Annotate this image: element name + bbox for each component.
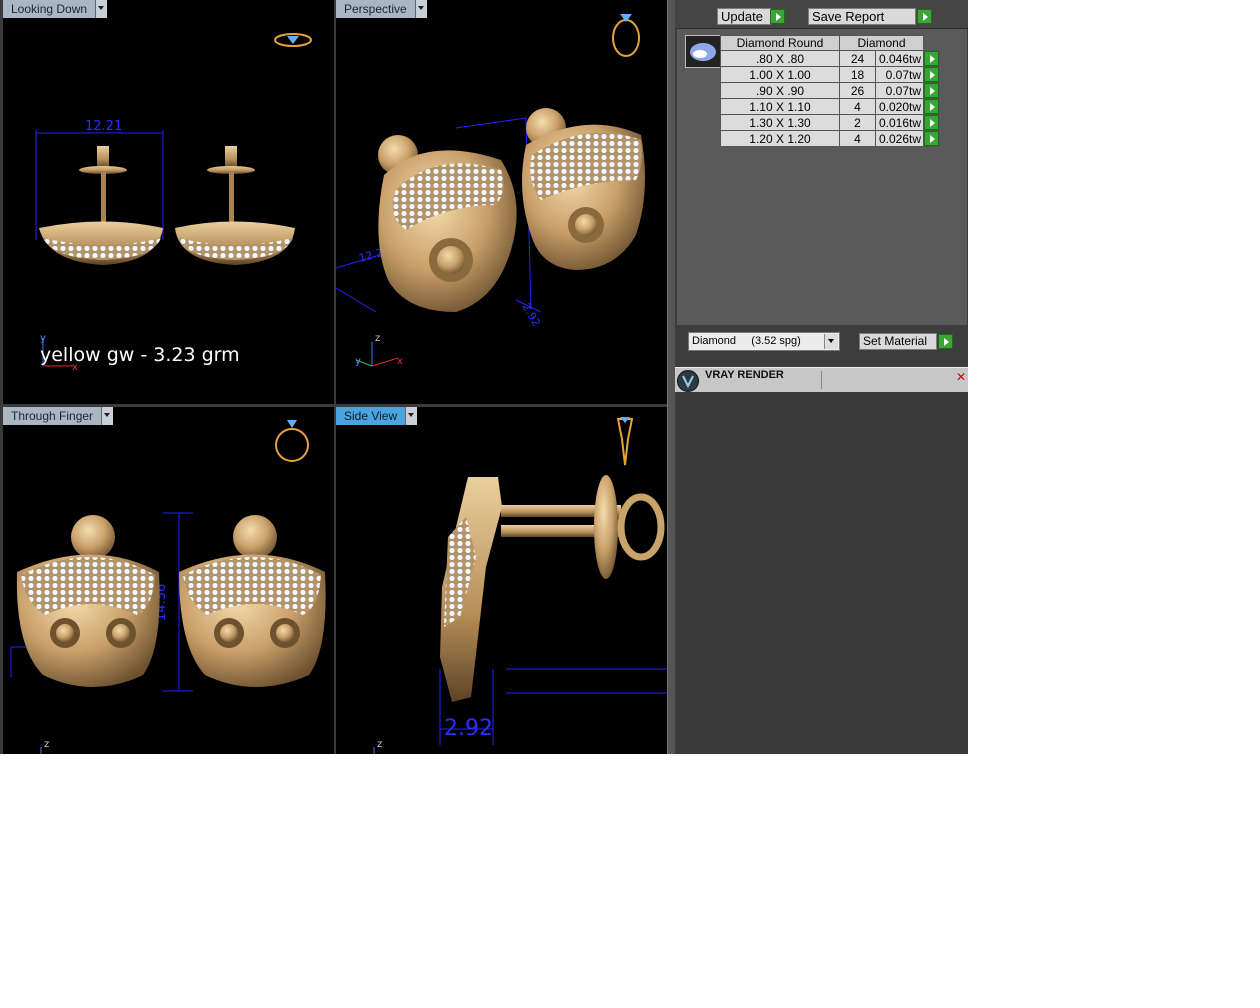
diamond-weight: 0.07tw	[875, 66, 924, 83]
weight-annotation: yellow gw - 3.23 grm	[40, 344, 240, 366]
viewport-label-text: Looking Down	[3, 0, 96, 18]
set-material-button[interactable]: Set Material	[859, 333, 937, 350]
viewport-through-finger[interactable]: 14.36 z Through Finger	[3, 407, 334, 754]
diamond-count: 2	[839, 114, 876, 131]
vray-render-header[interactable]: VRAY RENDER ✕	[675, 367, 968, 393]
report-panel: Update Save Report Diamond Round Diamond…	[675, 0, 968, 754]
select-row-icon[interactable]	[924, 131, 939, 146]
select-row-icon[interactable]	[924, 51, 939, 66]
viewport-side-view[interactable]: 2.92 z Side View	[336, 407, 667, 754]
diamond-size: .90 X .90	[720, 82, 840, 99]
select-row-icon[interactable]	[924, 67, 939, 82]
ring-orientation-icon	[616, 417, 634, 466]
side-view-render: 2.92 z	[373, 417, 667, 754]
diamond-size: 1.10 X 1.10	[720, 98, 840, 115]
axis-z-label: z	[44, 739, 49, 750]
perspective-render: 12.21 2.92 z y x	[336, 14, 645, 367]
row-action	[923, 82, 940, 99]
viewport-looking-down[interactable]: 12.21 y x yellow gw - 3.23 grm Looking D…	[3, 0, 334, 404]
chevron-down-icon[interactable]	[405, 407, 418, 425]
vray-logo-icon	[677, 370, 699, 392]
diamond-size: .80 X .80	[720, 50, 840, 67]
chevron-down-icon[interactable]	[414, 0, 427, 18]
viewport-perspective[interactable]: 12.21 2.92 z y x Perspective	[336, 0, 667, 404]
column-header: Diamond Round	[720, 35, 840, 51]
row-action	[923, 130, 940, 147]
through-finger-render: 14.36 z	[10, 420, 326, 754]
axis-y-label: y	[40, 333, 46, 344]
row-action	[923, 114, 940, 131]
diamond-count: 4	[839, 130, 876, 147]
table-row: .90 X .90 26 0.07tw	[720, 82, 940, 99]
viewport-label-through-finger[interactable]: Through Finger	[3, 407, 114, 425]
diamond-count: 26	[839, 82, 876, 99]
table-row: 1.10 X 1.10 4 0.020tw	[720, 98, 940, 115]
viewport-label-looking-down[interactable]: Looking Down	[3, 0, 108, 18]
viewport-label-side-view[interactable]: Side View	[336, 407, 418, 425]
row-action	[923, 66, 940, 83]
ring-orientation-icon	[612, 14, 640, 57]
table-row: 1.20 X 1.20 4 0.026tw	[720, 130, 940, 147]
viewport-label-text: Side View	[336, 407, 406, 425]
diamond-size: 1.00 X 1.00	[720, 66, 840, 83]
jewelry-cad-window: 12.21 y x yellow gw - 3.23 grm Looking D…	[0, 0, 968, 754]
gem-thumbnail[interactable]	[685, 35, 721, 68]
vray-render-panel	[675, 392, 968, 754]
vray-render-title: VRAY RENDER	[705, 369, 784, 381]
dimension-label-b: 2.92	[519, 301, 543, 329]
diamond-table: Diamond Round Diamond .80 X .80 24 0.046…	[720, 35, 940, 147]
save-report-go-icon[interactable]	[917, 9, 932, 24]
material-row: Diamond (3.52 spg) Set Material	[675, 325, 968, 365]
diamond-count: 18	[839, 66, 876, 83]
ring-orientation-icon	[274, 33, 312, 47]
close-icon[interactable]: ✕	[955, 371, 967, 383]
axis-y-label: y	[355, 356, 361, 367]
row-action	[923, 98, 940, 115]
material-select[interactable]: Diamond (3.52 spg)	[688, 332, 840, 351]
diamond-size: 1.20 X 1.20	[720, 130, 840, 147]
diamond-report: Diamond Round Diamond .80 X .80 24 0.046…	[677, 29, 967, 325]
viewport-label-perspective[interactable]: Perspective	[336, 0, 427, 18]
material-select-value: Diamond (3.52 spg)	[692, 335, 801, 347]
update-go-icon[interactable]	[770, 9, 785, 24]
diamond-weight: 0.026tw	[875, 130, 924, 147]
select-row-icon[interactable]	[924, 99, 939, 114]
diamond-weight: 0.07tw	[875, 82, 924, 99]
update-button[interactable]: Update	[717, 8, 771, 25]
axis-x-label: x	[397, 356, 403, 367]
diamond-weight: 0.046tw	[875, 50, 924, 67]
diamond-count: 24	[839, 50, 876, 67]
viewport-label-text: Through Finger	[3, 407, 102, 425]
row-action	[923, 50, 940, 67]
column-header: Diamond	[839, 35, 924, 51]
dimension-label: 2.92	[444, 716, 493, 741]
dimension-label: 12.21	[85, 119, 122, 134]
chevron-down-icon[interactable]	[824, 334, 838, 349]
select-row-icon[interactable]	[924, 115, 939, 130]
ring-orientation-icon	[275, 420, 309, 462]
table-row: 1.00 X 1.00 18 0.07tw	[720, 66, 940, 83]
divider	[821, 371, 822, 389]
diamond-weight: 0.016tw	[875, 114, 924, 131]
viewport-label-text: Perspective	[336, 0, 415, 18]
chevron-down-icon[interactable]	[95, 0, 108, 18]
diamond-size: 1.30 X 1.30	[720, 114, 840, 131]
diamond-count: 4	[839, 98, 876, 115]
axis-z-label: z	[375, 333, 380, 344]
chevron-down-icon[interactable]	[101, 407, 114, 425]
select-row-icon[interactable]	[924, 83, 939, 98]
report-toolbar: Update Save Report	[675, 0, 968, 29]
set-material-go-icon[interactable]	[938, 334, 953, 349]
table-row: .80 X .80 24 0.046tw	[720, 50, 940, 67]
save-report-button[interactable]: Save Report	[808, 8, 916, 25]
table-row: 1.30 X 1.30 2 0.016tw	[720, 114, 940, 131]
diamond-gem-icon	[690, 43, 716, 61]
axis-z-label: z	[377, 739, 382, 750]
diamond-weight: 0.020tw	[875, 98, 924, 115]
